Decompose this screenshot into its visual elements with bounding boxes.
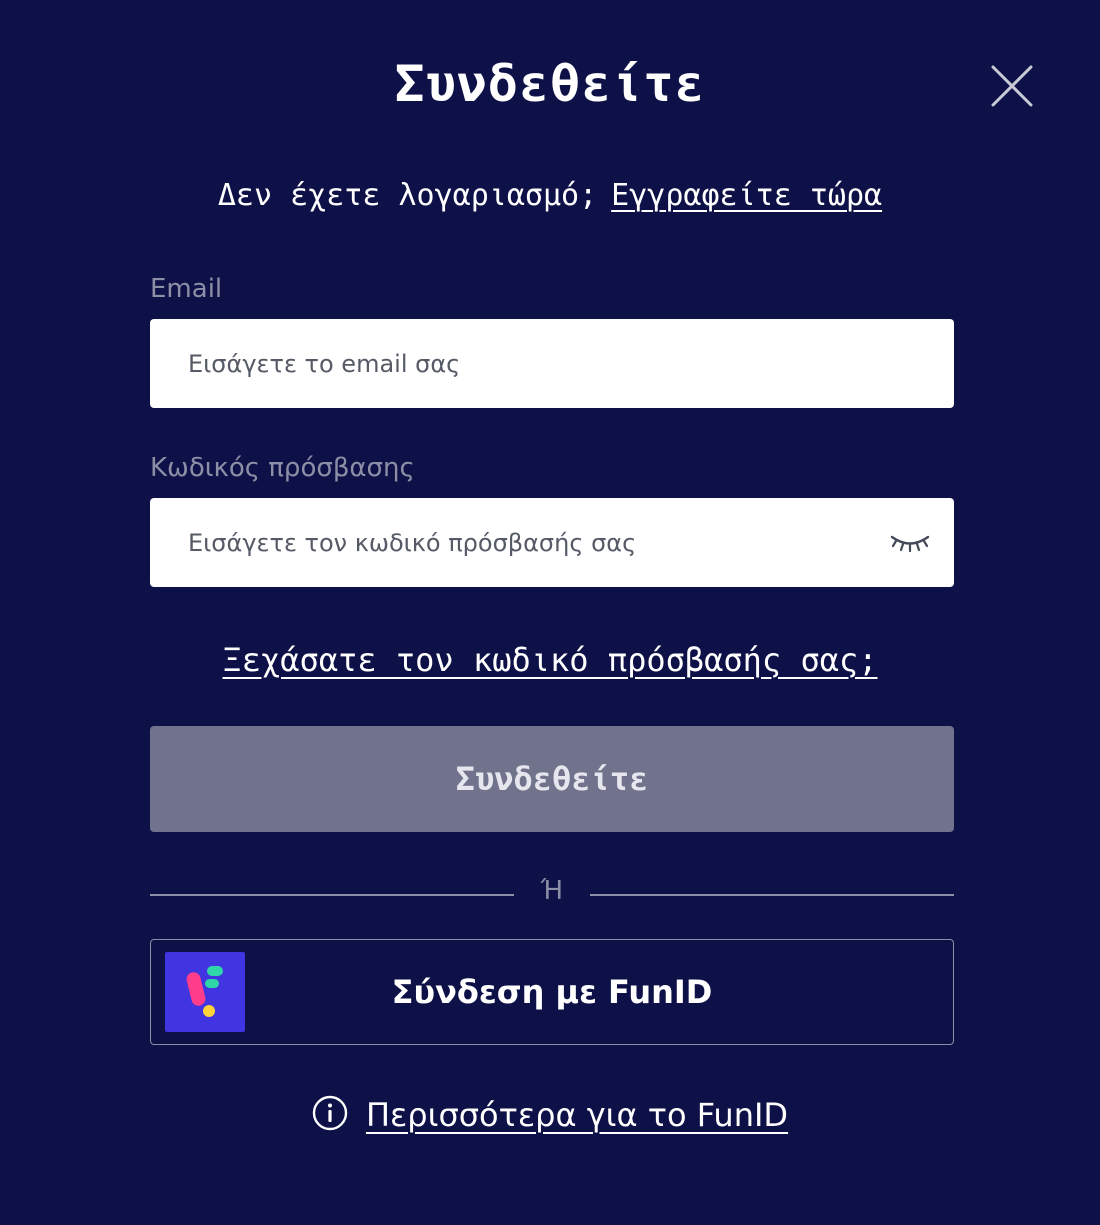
divider-line-right xyxy=(590,894,954,896)
more-about-funid-row: Περισσότερα για το FunID xyxy=(0,1090,1100,1140)
eye-closed-icon xyxy=(890,535,930,553)
more-about-funid-link[interactable]: Περισσότερα για το FunID xyxy=(366,1096,788,1134)
funid-button-label: Σύνδεση με FunID xyxy=(391,973,713,1011)
password-field-container xyxy=(150,498,954,587)
close-button[interactable] xyxy=(988,62,1036,110)
email-field[interactable] xyxy=(188,319,868,408)
dialog-title: Συνδεθείτε xyxy=(394,55,706,113)
divider-or-text: Ή xyxy=(540,876,564,906)
login-button[interactable]: Συνδεθείτε xyxy=(150,726,954,832)
signup-prompt: Δεν έχετε λογαριασμό; Εγγραφείτε τώρα xyxy=(0,174,1100,218)
password-field[interactable] xyxy=(188,498,868,587)
funid-login-button[interactable]: Σύνδεση με FunID xyxy=(150,939,954,1045)
info-icon xyxy=(312,1095,348,1131)
email-label: Email xyxy=(150,274,223,304)
show-password-toggle[interactable] xyxy=(888,528,932,558)
password-label: Κωδικός πρόσβασης xyxy=(150,453,415,483)
email-field-container xyxy=(150,319,954,408)
forgot-password-row: Ξεχάσατε τον κωδικό πρόσβασής σας; xyxy=(0,636,1100,684)
divider-line-left xyxy=(150,894,514,896)
close-icon xyxy=(991,65,1033,107)
signup-link[interactable]: Εγγραφείτε τώρα xyxy=(611,178,882,213)
forgot-password-link[interactable]: Ξεχάσατε τον κωδικό πρόσβασής σας; xyxy=(222,641,877,679)
signup-question: Δεν έχετε λογαριασμό; xyxy=(217,178,598,213)
